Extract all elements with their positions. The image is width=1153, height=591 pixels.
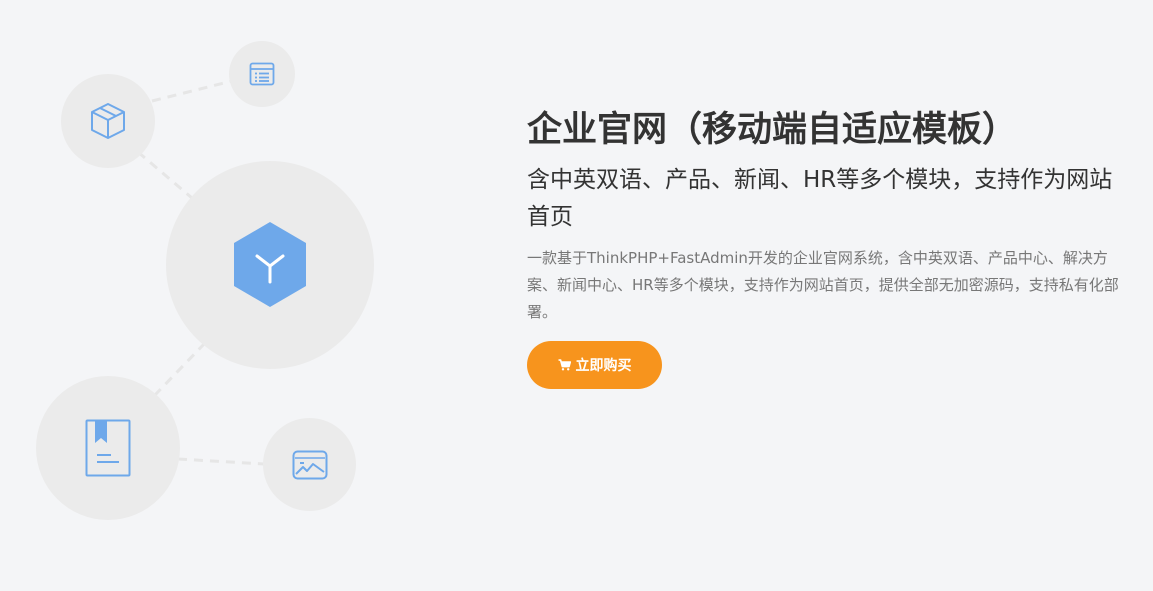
- hexagon-logo-icon: [233, 222, 307, 308]
- page-description: 一款基于ThinkPHP+FastAdmin开发的企业官网系统，含中英双语、产品…: [527, 249, 1119, 321]
- center-bubble: [166, 161, 374, 369]
- cart-icon: [558, 359, 571, 371]
- buy-now-label: 立即购买: [575, 358, 632, 374]
- list-icon: [249, 62, 275, 86]
- book-bubble: [36, 376, 180, 520]
- list-bubble: [229, 41, 295, 107]
- hero-content: 企业官网（移动端自适应模板） 含中英双语、产品、新闻、HR等多个模块，支持作为网…: [527, 100, 1132, 326]
- image-card-bubble: [263, 418, 356, 511]
- image-card-icon: [292, 450, 328, 480]
- box-bubble: [61, 74, 155, 168]
- page-title: 企业官网（移动端自适应模板）: [527, 110, 1018, 150]
- buy-now-button[interactable]: 立即购买: [527, 341, 662, 389]
- box-icon: [89, 102, 127, 140]
- page-subtitle: 含中英双语、产品、新闻、HR等多个模块，支持作为网站首页: [527, 167, 1113, 230]
- book-icon: [85, 419, 131, 477]
- feature-illustration: [0, 0, 500, 591]
